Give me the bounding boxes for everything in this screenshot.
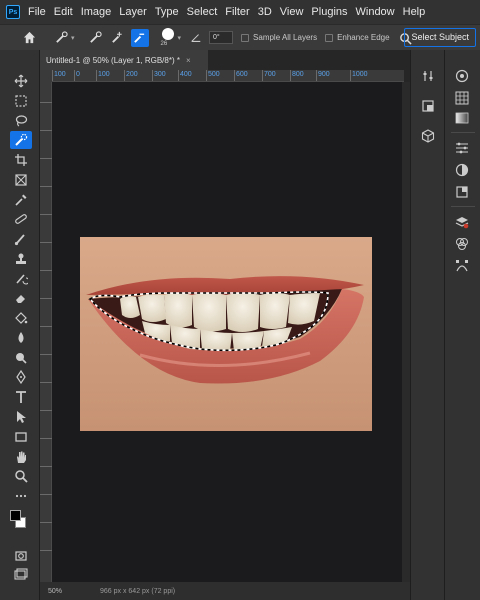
rectangle-tool-icon[interactable] — [10, 428, 32, 446]
quick-mask-icon[interactable] — [10, 547, 32, 565]
crop-tool-icon[interactable] — [10, 151, 32, 169]
new-selection-icon[interactable] — [87, 29, 105, 47]
smile-photo — [80, 237, 372, 431]
move-tool-icon[interactable] — [10, 72, 32, 90]
ruler-label: 400 — [180, 71, 192, 78]
marquee-tool-icon[interactable] — [10, 92, 32, 110]
screen-mode-icon[interactable] — [10, 566, 32, 584]
status-bar: 50% 966 px x 642 px (72 ppi) — [40, 582, 410, 600]
3d-cube-icon[interactable] — [420, 128, 436, 144]
properties-icon[interactable] — [420, 68, 436, 84]
paint-bucket-tool-icon[interactable] — [10, 309, 32, 327]
channels-icon[interactable] — [454, 236, 470, 252]
libraries-icon[interactable] — [420, 98, 436, 114]
menu-help[interactable]: Help — [403, 6, 426, 18]
tools-panel — [0, 50, 40, 600]
brush-size-picker[interactable]: 26 — [159, 27, 177, 49]
options-bar: ▾ 26 ▾ 0° Sample All Layers Enhance Edge… — [0, 24, 480, 50]
menu-view[interactable]: View — [280, 6, 304, 18]
menu-bar: Ps File Edit Image Layer Type Select Fil… — [0, 0, 480, 24]
sample-all-layers-checkbox[interactable] — [241, 33, 250, 42]
chevron-down-icon[interactable]: ▾ — [178, 34, 182, 42]
more-tools-icon[interactable] — [10, 487, 32, 505]
path-selection-tool-icon[interactable] — [10, 408, 32, 426]
color-swatches[interactable] — [10, 510, 30, 530]
layers-icon[interactable] — [454, 214, 470, 230]
dodge-tool-icon[interactable] — [10, 349, 32, 367]
vertical-scrollbar[interactable] — [402, 82, 410, 582]
color-panel-icon[interactable] — [454, 68, 470, 84]
horizontal-ruler[interactable]: 100 0 100 200 300 400 500 600 700 800 90… — [52, 70, 404, 82]
gradients-icon[interactable] — [454, 110, 470, 126]
history-brush-tool-icon[interactable] — [10, 270, 32, 288]
close-icon[interactable]: × — [186, 56, 191, 65]
subtract-from-selection-icon[interactable] — [130, 28, 149, 47]
document-canvas[interactable] — [52, 82, 402, 582]
ruler-label: 700 — [264, 71, 276, 78]
ruler-label: 1000 — [352, 71, 368, 78]
panel-dock-primary — [444, 50, 480, 600]
menu-image[interactable]: Image — [81, 6, 112, 18]
healing-brush-tool-icon[interactable] — [10, 210, 32, 228]
type-tool-icon[interactable] — [10, 388, 32, 406]
angle-input[interactable]: 0° — [209, 31, 234, 44]
menu-type[interactable]: Type — [155, 6, 179, 18]
hand-tool-icon[interactable] — [10, 448, 32, 466]
vertical-ruler[interactable] — [40, 82, 52, 582]
adjustments-icon[interactable] — [454, 162, 470, 178]
document-tab-bar: Untitled-1 @ 50% (Layer 1, RGB/8*) * × — [40, 50, 410, 70]
add-to-selection-icon[interactable] — [109, 29, 127, 47]
ruler-label: 100 — [54, 71, 66, 78]
sample-all-layers-label: Sample All Layers — [253, 33, 318, 42]
patterns-icon[interactable] — [454, 184, 470, 200]
ruler-corner[interactable] — [40, 70, 52, 82]
zoom-tool-icon[interactable] — [10, 467, 32, 485]
swatches-icon[interactable] — [454, 90, 470, 106]
menu-window[interactable]: Window — [356, 6, 395, 18]
foreground-color-swatch[interactable] — [10, 510, 21, 521]
document-tab-title: Untitled-1 @ 50% (Layer 1, RGB/8*) * — [46, 55, 180, 65]
home-icon[interactable] — [20, 29, 38, 47]
clone-stamp-tool-icon[interactable] — [10, 250, 32, 268]
pen-tool-icon[interactable] — [10, 368, 32, 386]
ruler-label: 200 — [126, 71, 138, 78]
lasso-tool-icon[interactable] — [10, 112, 32, 130]
frame-tool-icon[interactable] — [10, 171, 32, 189]
menu-plugins[interactable]: Plugins — [311, 6, 347, 18]
ruler-label: 100 — [98, 71, 110, 78]
ruler-label: 300 — [154, 71, 166, 78]
panel-dock-secondary — [410, 50, 444, 600]
enhance-edge-checkbox[interactable] — [325, 33, 334, 42]
zoom-level[interactable]: 50% — [48, 588, 88, 595]
ruler-label: 800 — [292, 71, 304, 78]
ruler-label: 900 — [318, 71, 330, 78]
menu-layer[interactable]: Layer — [119, 6, 147, 18]
tool-preset-icon[interactable] — [52, 29, 70, 47]
menu-edit[interactable]: Edit — [54, 6, 73, 18]
quick-selection-tool-icon[interactable] — [10, 131, 32, 149]
eyedropper-tool-icon[interactable] — [10, 191, 32, 209]
menu-3d[interactable]: 3D — [258, 6, 272, 18]
adjustments-sliders-icon[interactable] — [454, 140, 470, 156]
select-subject-button[interactable]: Select Subject — [404, 28, 476, 47]
menu-file[interactable]: File — [28, 6, 46, 18]
brush-size-value: 26 — [160, 40, 168, 47]
ruler-label: 0 — [76, 71, 80, 78]
menu-select[interactable]: Select — [187, 6, 218, 18]
paths-icon[interactable] — [454, 258, 470, 274]
menu-filter[interactable]: Filter — [225, 6, 249, 18]
brush-tool-icon[interactable] — [10, 230, 32, 248]
document-info[interactable]: 966 px x 642 px (72 ppi) — [100, 588, 175, 595]
chevron-down-icon[interactable]: ▾ — [71, 34, 75, 42]
blur-tool-icon[interactable] — [10, 329, 32, 347]
angle-icon — [187, 29, 205, 47]
enhance-edge-label: Enhance Edge — [337, 33, 390, 42]
photoshop-logo-icon[interactable]: Ps — [6, 5, 20, 19]
ruler-label: 600 — [236, 71, 248, 78]
ruler-label: 500 — [208, 71, 220, 78]
eraser-tool-icon[interactable] — [10, 289, 32, 307]
brush-tip-preview — [161, 27, 174, 40]
document-tab[interactable]: Untitled-1 @ 50% (Layer 1, RGB/8*) * × — [40, 50, 208, 70]
